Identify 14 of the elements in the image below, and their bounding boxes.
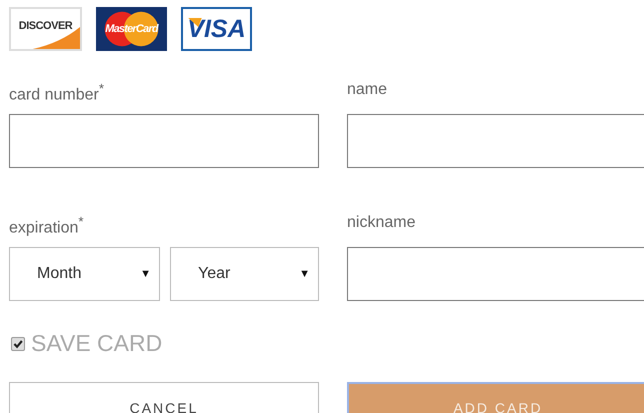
year-select[interactable]: Year ▼ bbox=[170, 247, 319, 301]
field-label: card number$^{*}$ bbox=[9, 81, 106, 100]
month-select[interactable]: Month ▼ bbox=[9, 247, 160, 301]
visa-logo: VISA bbox=[181, 7, 252, 51]
cancel-button[interactable]: CANCEL bbox=[9, 382, 319, 413]
discover-logo: DISCOVER bbox=[9, 7, 82, 51]
save-card-label: SAVE CARD bbox=[31, 330, 162, 357]
mastercard-logo: MasterCard bbox=[96, 7, 167, 51]
field-label: name bbox=[347, 81, 388, 100]
save-card-checkbox[interactable] bbox=[11, 336, 25, 350]
name-field[interactable] bbox=[347, 114, 644, 168]
card-number-field[interactable] bbox=[9, 114, 319, 168]
nickname-field[interactable] bbox=[347, 247, 644, 301]
field-label: nickname bbox=[347, 214, 416, 233]
